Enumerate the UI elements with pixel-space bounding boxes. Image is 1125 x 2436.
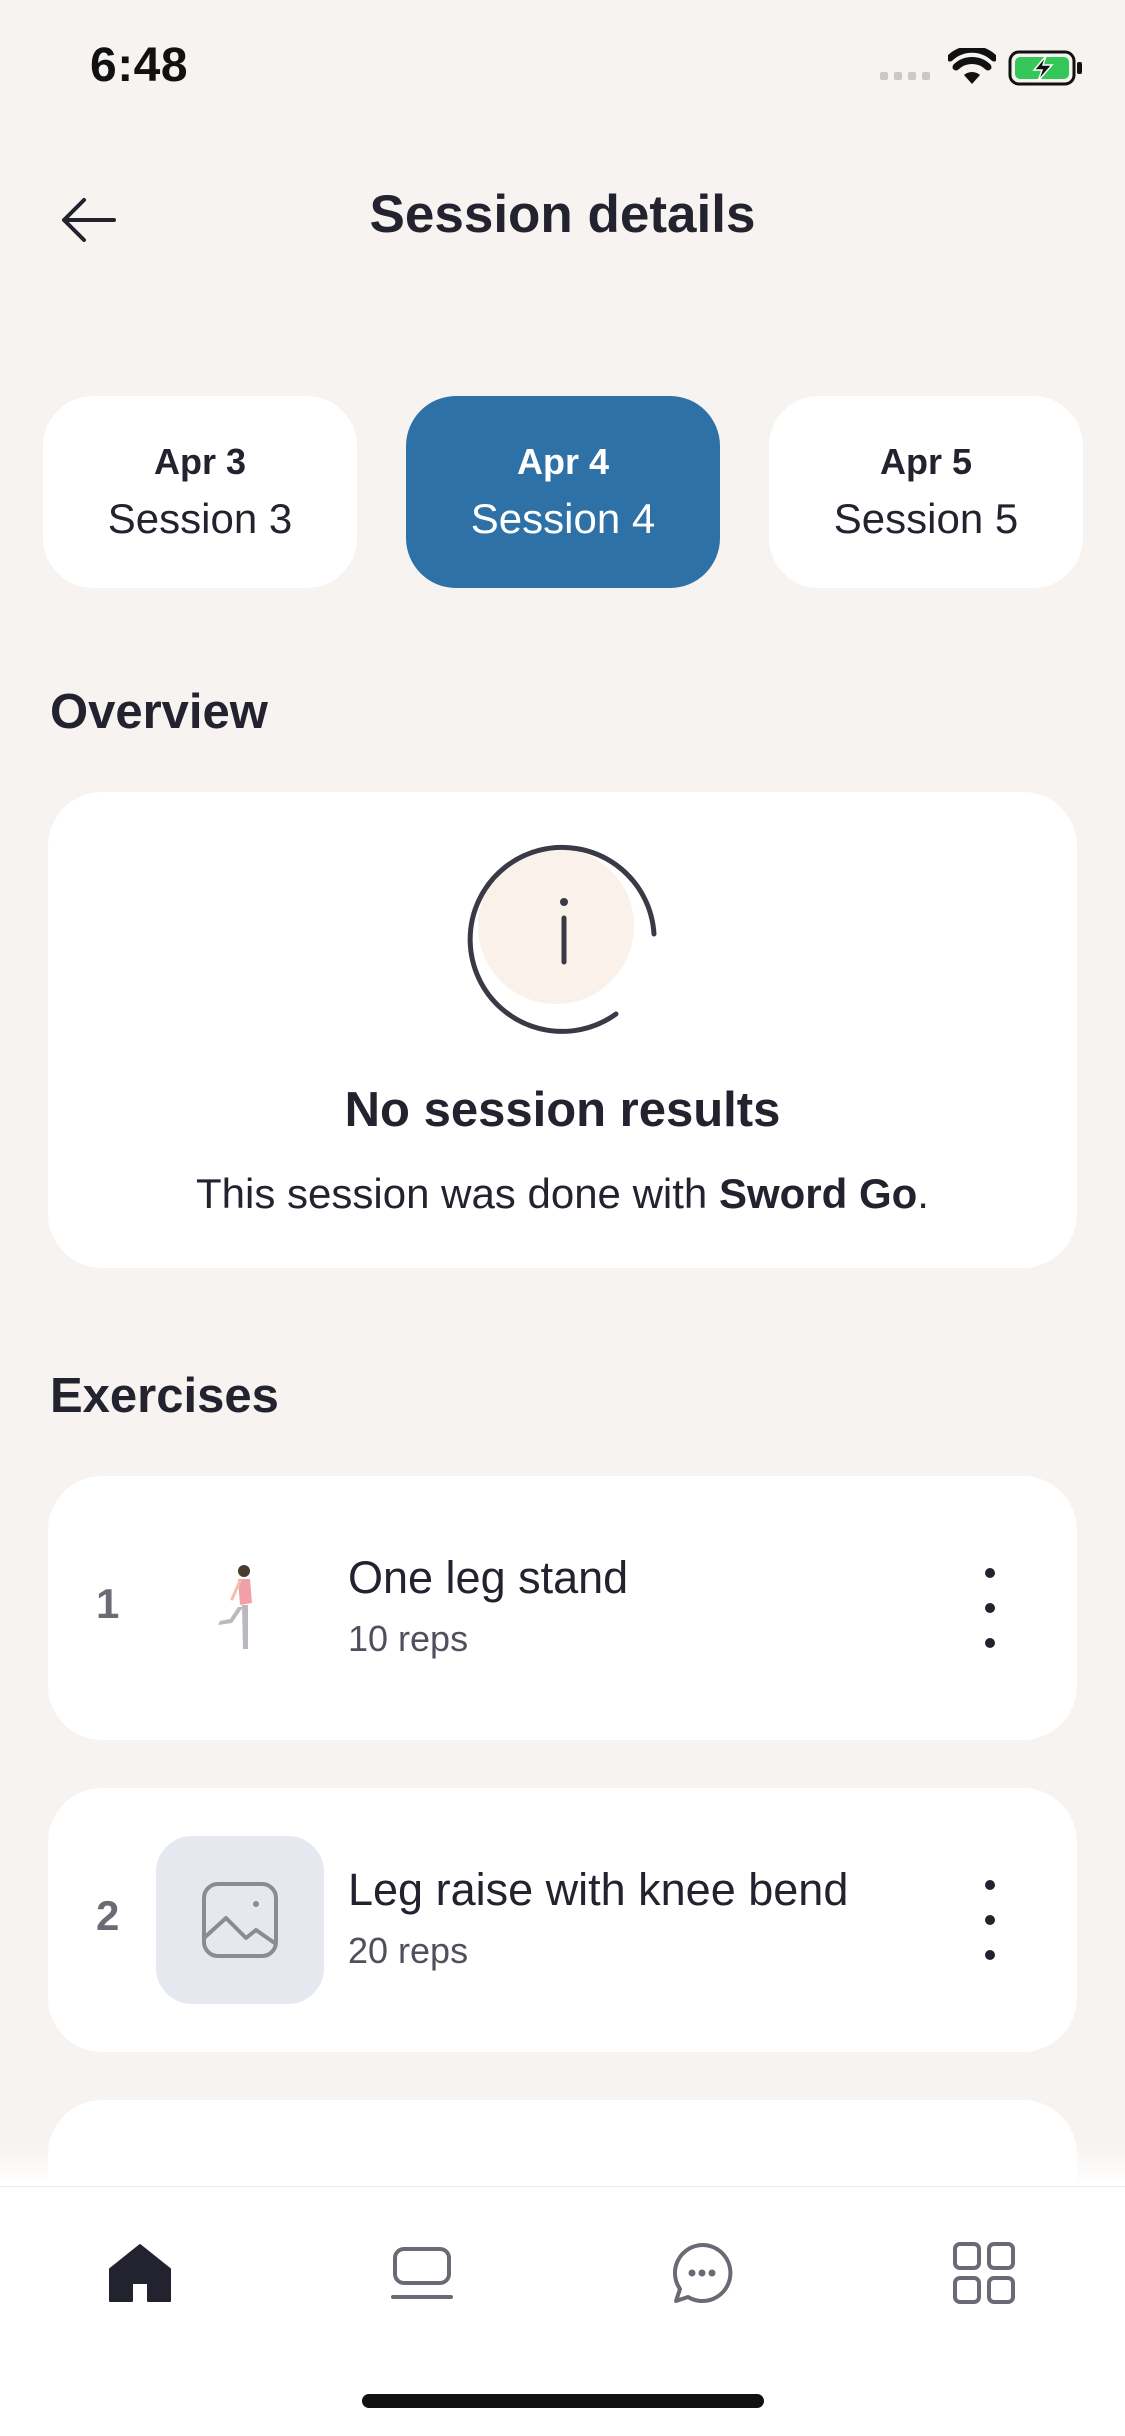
exercise-card[interactable]: 2 Leg raise with knee bend 20 reps: [48, 1788, 1077, 2052]
exercise-name: One leg stand: [348, 1552, 629, 1603]
laptop-icon: [391, 2247, 453, 2299]
person-standing-icon: [218, 1565, 252, 1649]
chat-icon: [672, 2242, 733, 2303]
nav-home[interactable]: [98, 2231, 182, 2315]
exercise-reps: 20 reps: [348, 1930, 469, 1971]
session-date: Apr 3: [153, 441, 247, 482]
image-placeholder-icon: [202, 1882, 278, 1958]
page-title: Session details: [369, 185, 756, 244]
exercise-reps: 10 reps: [348, 1618, 469, 1659]
session-tab-5[interactable]: Apr 5 Session 5: [769, 396, 1083, 588]
session-name: Session 4: [470, 495, 656, 542]
status-time: 6:48: [90, 39, 189, 92]
exercise-name: Leg raise with knee bend: [348, 1864, 849, 1915]
session-name: Session 3: [107, 495, 293, 542]
no-results-title: No session results: [344, 1083, 781, 1137]
grid-icon: [953, 2242, 1015, 2304]
overview-card: No session results This session was done…: [48, 792, 1077, 1268]
info-circle-icon: [467, 844, 657, 1034]
session-name: Session 5: [833, 495, 1019, 542]
device-name: Sword Go: [718, 1170, 918, 1217]
session-tab-4[interactable]: Apr 4 Session 4: [406, 396, 720, 588]
battery-icon: [1008, 50, 1082, 86]
nav-more[interactable]: [942, 2231, 1026, 2315]
nav-chat[interactable]: [660, 2231, 744, 2315]
exercises-heading: Exercises: [50, 1369, 279, 1423]
exercise-thumbnail: [156, 1524, 324, 1692]
scroll-fade: [0, 2140, 1125, 2186]
wifi-icon: [948, 48, 996, 84]
more-options-icon[interactable]: [970, 1568, 1010, 1648]
screen: 6:48 Session details Apr 3 Session 3 Apr…: [0, 0, 1125, 2436]
home-indicator: [362, 2394, 764, 2408]
overview-heading: Overview: [50, 685, 268, 739]
more-options-icon[interactable]: [970, 1880, 1010, 1960]
session-tab-3[interactable]: Apr 3 Session 3: [43, 396, 357, 588]
home-icon: [109, 2244, 171, 2302]
exercise-index: 1: [96, 1580, 120, 1627]
status-bar: 6:48: [0, 0, 1125, 140]
session-date: Apr 4: [516, 441, 610, 482]
exercise-card[interactable]: 1 One leg stand 10 reps: [48, 1476, 1077, 1740]
exercise-index: 2: [96, 1892, 120, 1939]
exercise-thumbnail: [156, 1836, 324, 2004]
session-device-message: This session was done with Sword Go.: [196, 1170, 929, 1217]
nav-sessions[interactable]: [380, 2231, 464, 2315]
session-date: Apr 5: [879, 441, 973, 482]
cellular-signal-icon: [880, 72, 930, 80]
